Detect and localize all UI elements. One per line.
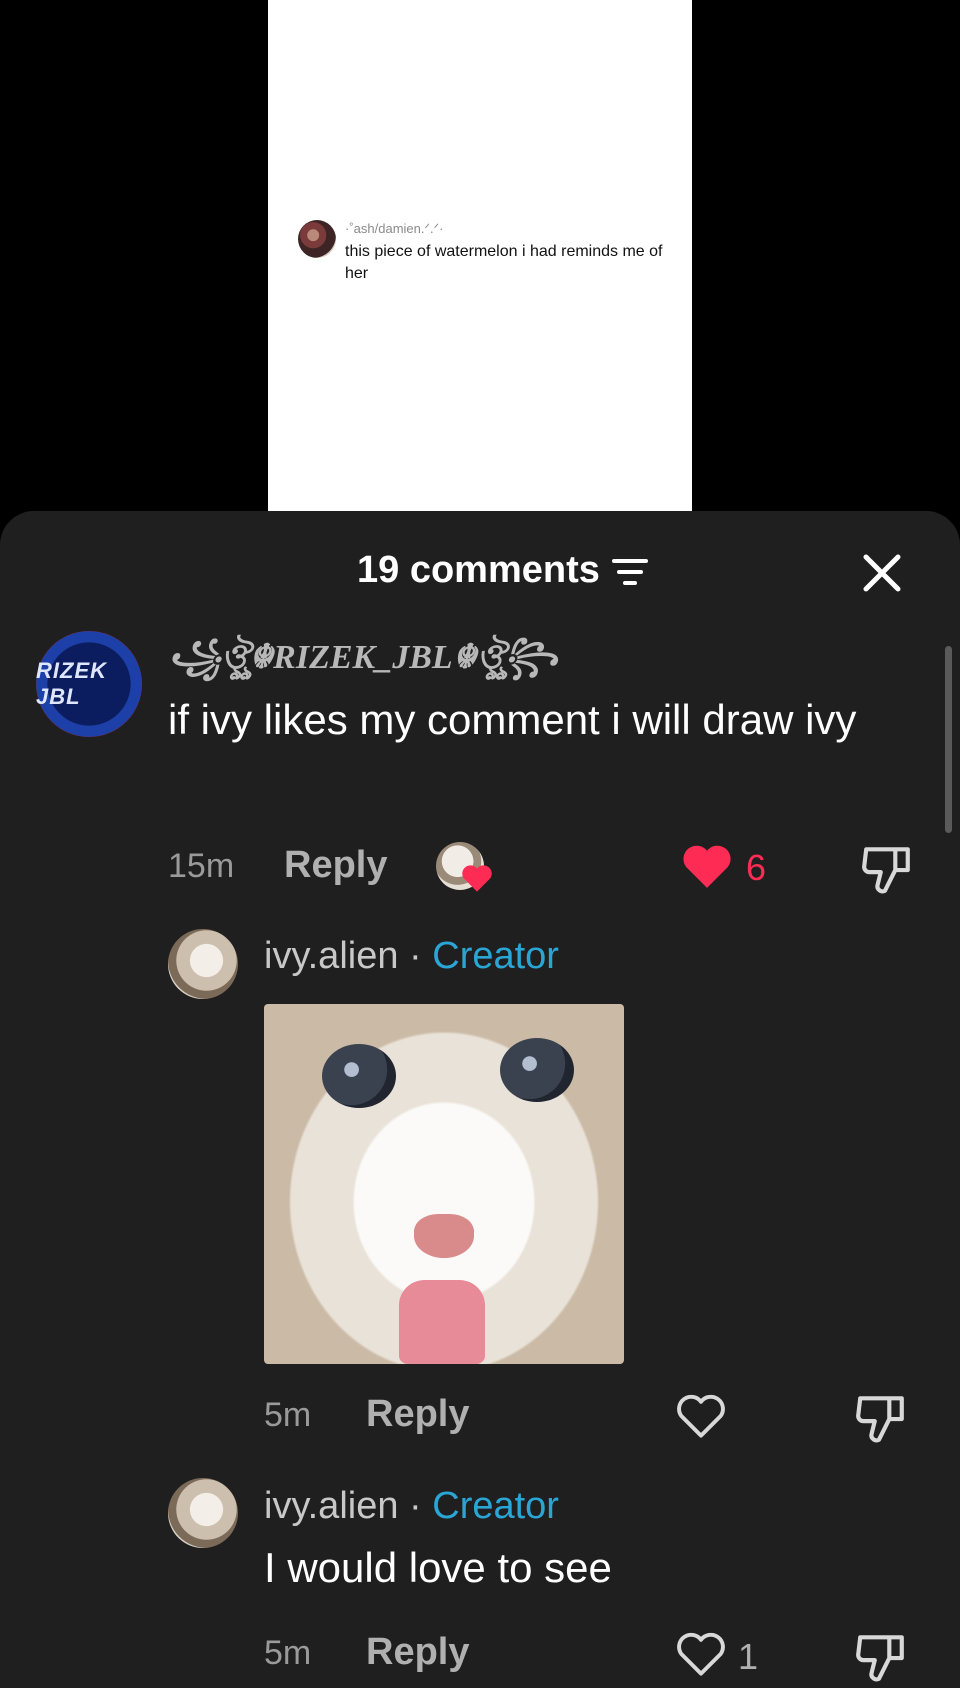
separator: ·: [398, 935, 433, 977]
dislike-icon[interactable]: [854, 1631, 908, 1683]
reply-button[interactable]: Reply: [366, 1393, 469, 1436]
commenter-username: ·˚ash/damien.ᐟ.ᐟ·: [345, 221, 444, 236]
dislike-icon[interactable]: [860, 843, 914, 895]
cat-tongue: [399, 1280, 485, 1364]
video-comment-text: this piece of watermelon i had reminds m…: [345, 243, 663, 282]
commenter-avatar: [298, 220, 336, 258]
like-heart-icon[interactable]: [680, 842, 734, 890]
avatar[interactable]: [168, 929, 238, 999]
comments-sheet: 19 comments RIZEK JBL ꧁ঔৣ☬RIZEK_JBL☬ঔৣ꧂ …: [0, 511, 960, 1688]
like-heart-outline-icon[interactable]: [674, 1392, 728, 1440]
close-icon[interactable]: [860, 551, 904, 595]
avatar[interactable]: [168, 1478, 238, 1548]
reply-text: I would love to see: [264, 1544, 612, 1591]
like-count: 6: [746, 847, 767, 888]
cat-eye: [322, 1044, 396, 1108]
comment-count: 19 comments: [357, 549, 600, 591]
reply-button[interactable]: Reply: [284, 844, 387, 887]
cat-sticker-image[interactable]: [264, 1004, 624, 1364]
cat-eye: [500, 1038, 574, 1102]
separator: ·: [398, 1485, 433, 1527]
comment-time: 5m: [264, 1396, 312, 1434]
creator-badge: Creator: [432, 1485, 559, 1527]
reply-username-text: ivy.alien: [264, 935, 399, 977]
creator-badge: Creator: [432, 935, 559, 977]
filter-icon[interactable]: [612, 557, 648, 587]
dislike-icon[interactable]: [854, 1392, 908, 1444]
reply-username-text: ivy.alien: [264, 1485, 399, 1527]
like-count: 1: [738, 1636, 759, 1677]
creator-heart-icon: [462, 865, 492, 892]
scrollbar[interactable]: [945, 646, 952, 833]
reply-username[interactable]: ivy.alien · Creator: [264, 935, 559, 978]
reply-button[interactable]: Reply: [366, 1631, 469, 1674]
comment-text: if ivy likes my comment i will draw ivy: [168, 696, 857, 743]
comment-time: 5m: [264, 1634, 312, 1672]
comment-time: 15m: [168, 847, 235, 885]
avatar-text: RIZEK JBL: [36, 658, 107, 709]
reply-username[interactable]: ivy.alien · Creator: [264, 1485, 559, 1528]
avatar[interactable]: RIZEK JBL: [36, 631, 142, 737]
video-preview[interactable]: ·˚ash/damien.ᐟ.ᐟ· this piece of watermel…: [268, 0, 692, 511]
comments-header: 19 comments: [0, 511, 960, 631]
cat-nose: [414, 1214, 474, 1258]
like-heart-outline-icon[interactable]: [674, 1630, 728, 1678]
